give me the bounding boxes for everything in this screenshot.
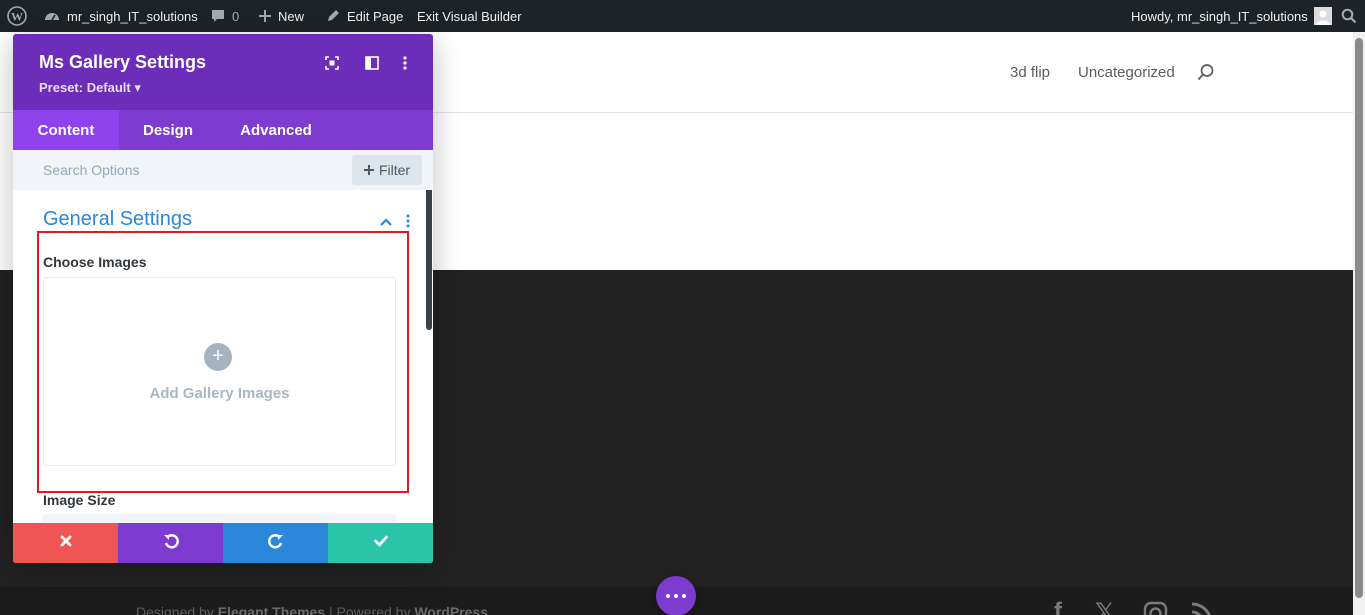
admin-search-icon[interactable]: [1341, 0, 1357, 32]
tab-advanced[interactable]: Advanced: [217, 110, 335, 150]
modal-title: Ms Gallery Settings: [39, 52, 207, 72]
facebook-icon[interactable]: f: [1054, 598, 1062, 615]
snap-sidebar-icon[interactable]: [363, 54, 381, 72]
dot-icon: [674, 594, 678, 598]
discard-button[interactable]: [13, 523, 118, 563]
section-options-icon[interactable]: [406, 214, 410, 233]
nav-link-uncategorized[interactable]: Uncategorized: [1078, 64, 1175, 81]
undo-icon: [163, 533, 179, 554]
footer-separator: |: [325, 604, 337, 615]
instagram-icon[interactable]: [1143, 601, 1168, 615]
add-circle-icon: +: [204, 343, 232, 371]
dot-icon: [682, 594, 686, 598]
page-scrollbar-thumb[interactable]: [1355, 38, 1363, 598]
add-gallery-images-button[interactable]: + Add Gallery Images: [43, 277, 396, 466]
new-label: New: [278, 8, 305, 24]
modal-footer-actions: [13, 523, 433, 563]
howdy-label: Howdy, mr_singh_IT_solutions: [1131, 8, 1308, 24]
comments-link[interactable]: 0: [210, 0, 239, 32]
search-options-row: Filter: [13, 150, 433, 190]
plus-icon: [258, 9, 272, 23]
tab-content[interactable]: Content: [13, 110, 119, 150]
redo-icon: [267, 533, 284, 554]
filter-label: Filter: [378, 162, 411, 178]
comments-count: 0: [232, 8, 240, 24]
elegant-themes-link[interactable]: Elegant Themes: [218, 604, 325, 615]
choose-images-label: Choose Images: [43, 254, 147, 270]
edit-page-link[interactable]: Edit Page: [325, 0, 403, 32]
section-title-general-settings[interactable]: General Settings: [43, 208, 192, 231]
dot-icon: [666, 594, 670, 598]
builder-settings-button[interactable]: [656, 576, 696, 615]
my-account-link[interactable]: Howdy, mr_singh_IT_solutions: [1131, 0, 1332, 32]
nav-link-3d-flip[interactable]: 3d flip: [1010, 64, 1050, 81]
chevron-up-icon[interactable]: [379, 214, 393, 232]
check-icon: [373, 534, 388, 552]
settings-body[interactable]: General Settings Choose Images + Add Gal…: [13, 190, 433, 523]
fullscreen-icon[interactable]: [323, 54, 341, 72]
image-size-select[interactable]: [43, 514, 396, 523]
rss-icon[interactable]: [1190, 601, 1214, 615]
x-icon[interactable]: 𝕏: [1095, 598, 1114, 615]
tab-design[interactable]: Design: [119, 110, 217, 150]
site-name-link[interactable]: mr_singh_IT_solutions: [43, 0, 198, 32]
pencil-icon: [325, 8, 341, 24]
settings-scrollbar-thumb[interactable]: [426, 190, 432, 330]
wordpress-logo-icon[interactable]: W: [7, 0, 27, 32]
header-search-icon[interactable]: [1197, 63, 1215, 86]
search-options-input[interactable]: [13, 150, 349, 190]
undo-button[interactable]: [118, 523, 223, 563]
dashboard-icon: [43, 7, 61, 25]
save-button[interactable]: [328, 523, 433, 563]
more-options-icon[interactable]: [396, 54, 414, 72]
page-scrollbar[interactable]: [1353, 32, 1365, 615]
wordpress-link[interactable]: WordPress: [414, 604, 488, 615]
wp-admin-bar: W mr_singh_IT_solutions 0 New Edit Page …: [0, 0, 1365, 32]
image-size-label: Image Size: [43, 492, 116, 508]
exit-builder-label: Exit Visual Builder: [417, 8, 522, 24]
avatar: [1313, 7, 1332, 25]
modal-header[interactable]: Ms Gallery Settings Preset: Default ▾: [13, 34, 433, 110]
comment-icon: [210, 8, 226, 24]
add-gallery-images-text: Add Gallery Images: [149, 385, 290, 402]
preset-dropdown[interactable]: Preset: Default ▾: [39, 80, 141, 96]
exit-visual-builder-link[interactable]: Exit Visual Builder: [417, 0, 522, 32]
filter-button[interactable]: Filter: [352, 155, 422, 185]
powered-by-prefix: Powered by: [336, 604, 411, 615]
footer-credit: Designed by Elegant Themes | Powered by …: [136, 604, 488, 615]
edit-page-label: Edit Page: [347, 8, 404, 24]
new-content-link[interactable]: New: [258, 0, 304, 32]
site-name-label: mr_singh_IT_solutions: [67, 8, 198, 24]
designed-by-prefix: Designed by: [136, 604, 214, 615]
redo-button[interactable]: [223, 523, 328, 563]
module-settings-modal: Ms Gallery Settings Preset: Default ▾ Co…: [13, 34, 433, 563]
plus-icon: [363, 162, 374, 178]
settings-tabs: Content Design Advanced: [13, 110, 433, 150]
svg-text:W: W: [11, 10, 23, 24]
close-icon: [60, 534, 72, 552]
